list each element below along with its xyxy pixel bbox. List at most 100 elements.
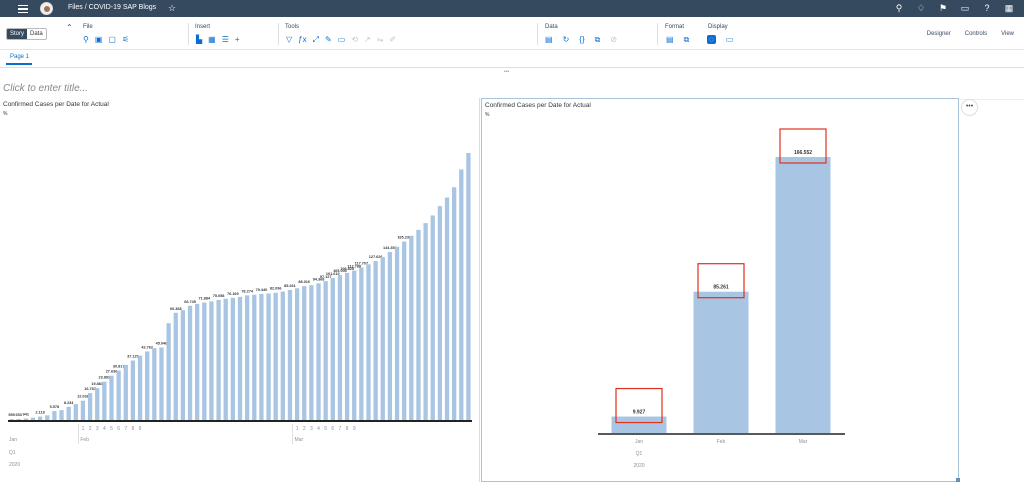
bar-data-label: 117.707 (355, 262, 369, 266)
resize-grip-icon[interactable]: ••• (504, 69, 509, 75)
notifications-icon[interactable]: ⚑ (938, 3, 948, 14)
page-title-input[interactable]: Click to enter title... (3, 83, 88, 94)
trend-icon[interactable]: ↗ (364, 35, 371, 45)
daily-bar (87, 393, 93, 420)
daily-bar (45, 415, 50, 420)
bar-value-label: 166.552 (794, 150, 812, 156)
save-icon[interactable]: ▣ (95, 35, 103, 44)
story-data-toggle: Story Data (6, 28, 47, 40)
group-file-label: File (83, 24, 93, 30)
undo-icon[interactable]: ⟲ (351, 35, 358, 45)
month-label: Mar (295, 437, 304, 443)
link-icon[interactable]: ⇋ (377, 35, 384, 45)
view-link[interactable]: View (1001, 31, 1014, 37)
daily-bar (287, 289, 293, 420)
month-label: Mar (799, 439, 808, 445)
monthly-bar (775, 157, 831, 433)
collapse-chevron-icon[interactable]: ⌃ (66, 23, 73, 32)
group-insert-label: Insert (195, 24, 211, 30)
pen-icon[interactable]: ✐ (389, 35, 396, 45)
day-tick-label: 6 (331, 426, 334, 432)
bar-data-label: 555 (8, 413, 14, 417)
daily-bar (116, 370, 121, 420)
comment-mode-icon[interactable]: ◌ (707, 35, 716, 44)
daily-bar (209, 301, 214, 420)
search-icon[interactable]: ⚲ (894, 3, 904, 14)
daily-bar (145, 351, 150, 420)
chart-icon[interactable]: ▙ (196, 35, 202, 44)
menu-icon[interactable] (18, 3, 28, 14)
disable-icon[interactable]: ⊘ (610, 35, 617, 45)
daily-bar (444, 197, 450, 420)
daily-bar (323, 281, 328, 420)
year-label: 2020 (633, 463, 644, 469)
variables-icon[interactable]: {} (579, 35, 584, 45)
monthly-bar (611, 416, 667, 433)
chart-panel-daily[interactable]: Confirmed Cases per Date for Actual % 55… (0, 98, 480, 482)
daily-bar (302, 286, 307, 420)
daily-bar (423, 223, 428, 420)
bar-data-label: 12.038 (77, 395, 89, 399)
day-tick-label: 1 (296, 426, 299, 432)
copy-icon[interactable]: ▢ (108, 35, 116, 44)
group-display-label: Display (708, 24, 728, 30)
daily-bar (244, 295, 250, 420)
comment-icon[interactable]: ▭ (338, 35, 346, 45)
tab-page-1[interactable]: Page 1 (10, 54, 29, 60)
quarter-label: Q1 (9, 450, 16, 456)
filter-icon[interactable]: ▽ (286, 35, 292, 45)
day-tick-label: 3 (310, 426, 313, 432)
formula-icon[interactable]: ƒx (298, 35, 306, 45)
daily-bar (373, 260, 378, 420)
daily-bar (223, 298, 228, 420)
chart-panel-monthly[interactable]: Confirmed Cases per Date for Actual % 9.… (481, 98, 959, 482)
daily-bar (294, 288, 300, 420)
quarter-label: Q1 (636, 451, 643, 457)
more-options-button[interactable]: ••• (961, 99, 978, 116)
daily-bar-chart: 555 653 941 2.1185.5788.23412.03816.78719.8… (8, 153, 472, 468)
active-tab-indicator (6, 63, 32, 65)
designer-link[interactable]: Designer (927, 31, 951, 37)
day-tick-label: 2 (303, 426, 306, 432)
styling-icon[interactable]: ▤ (666, 35, 674, 45)
file-tool-icon[interactable]: ⚲ (83, 35, 89, 44)
expand-icon[interactable]: ⤢ (313, 35, 319, 45)
share-icon[interactable]: ⚟ (122, 35, 129, 44)
daily-bar (59, 410, 64, 420)
controls-link[interactable]: Controls (965, 31, 987, 37)
daily-bar (30, 417, 36, 420)
bar-data-label: 8.234 (64, 401, 74, 405)
bar-data-label: 16.787 (84, 387, 96, 391)
favorite-star-icon[interactable]: ☆ (168, 3, 176, 14)
daily-bar (259, 293, 264, 420)
month-label: Feb (80, 437, 89, 443)
refresh-icon[interactable]: ↻ (563, 35, 570, 45)
data-mode-button[interactable]: Data (27, 29, 46, 39)
add-icon[interactable]: + (235, 35, 240, 44)
feedback-icon[interactable]: ▭ (960, 3, 970, 14)
bar-data-label: 653 (16, 413, 22, 417)
year-label: 2020 (9, 462, 20, 468)
edit-icon[interactable]: ✎ (325, 35, 332, 45)
layout-icon[interactable]: ▭ (726, 35, 734, 44)
daily-bar (37, 416, 43, 420)
daily-bar (402, 241, 407, 420)
help-icon[interactable]: ? (982, 3, 992, 14)
data-source-icon[interactable]: ▤ (545, 35, 553, 45)
resize-handle[interactable] (956, 478, 960, 482)
lightbulb-icon[interactable]: ♢ (916, 3, 926, 14)
day-tick-label: 8 (132, 426, 135, 432)
daily-bar (73, 404, 78, 420)
linked-analysis-icon[interactable]: ⧉ (595, 35, 601, 45)
apps-icon[interactable]: ▦ (1004, 3, 1014, 14)
daily-bar (466, 153, 471, 420)
avatar[interactable] (40, 2, 53, 15)
story-mode-button[interactable]: Story (7, 29, 28, 39)
filter-control-icon[interactable]: ☰ (222, 35, 229, 44)
copy-format-icon[interactable]: ⧉ (684, 35, 690, 45)
daily-bar (216, 299, 221, 420)
table-icon[interactable]: ▦ (208, 35, 216, 44)
month-label: Jan (9, 437, 17, 443)
display-tools: ◌ ▭ (707, 35, 733, 44)
breadcrumb[interactable]: Files / COVID-19 SAP Blogs (68, 4, 156, 11)
